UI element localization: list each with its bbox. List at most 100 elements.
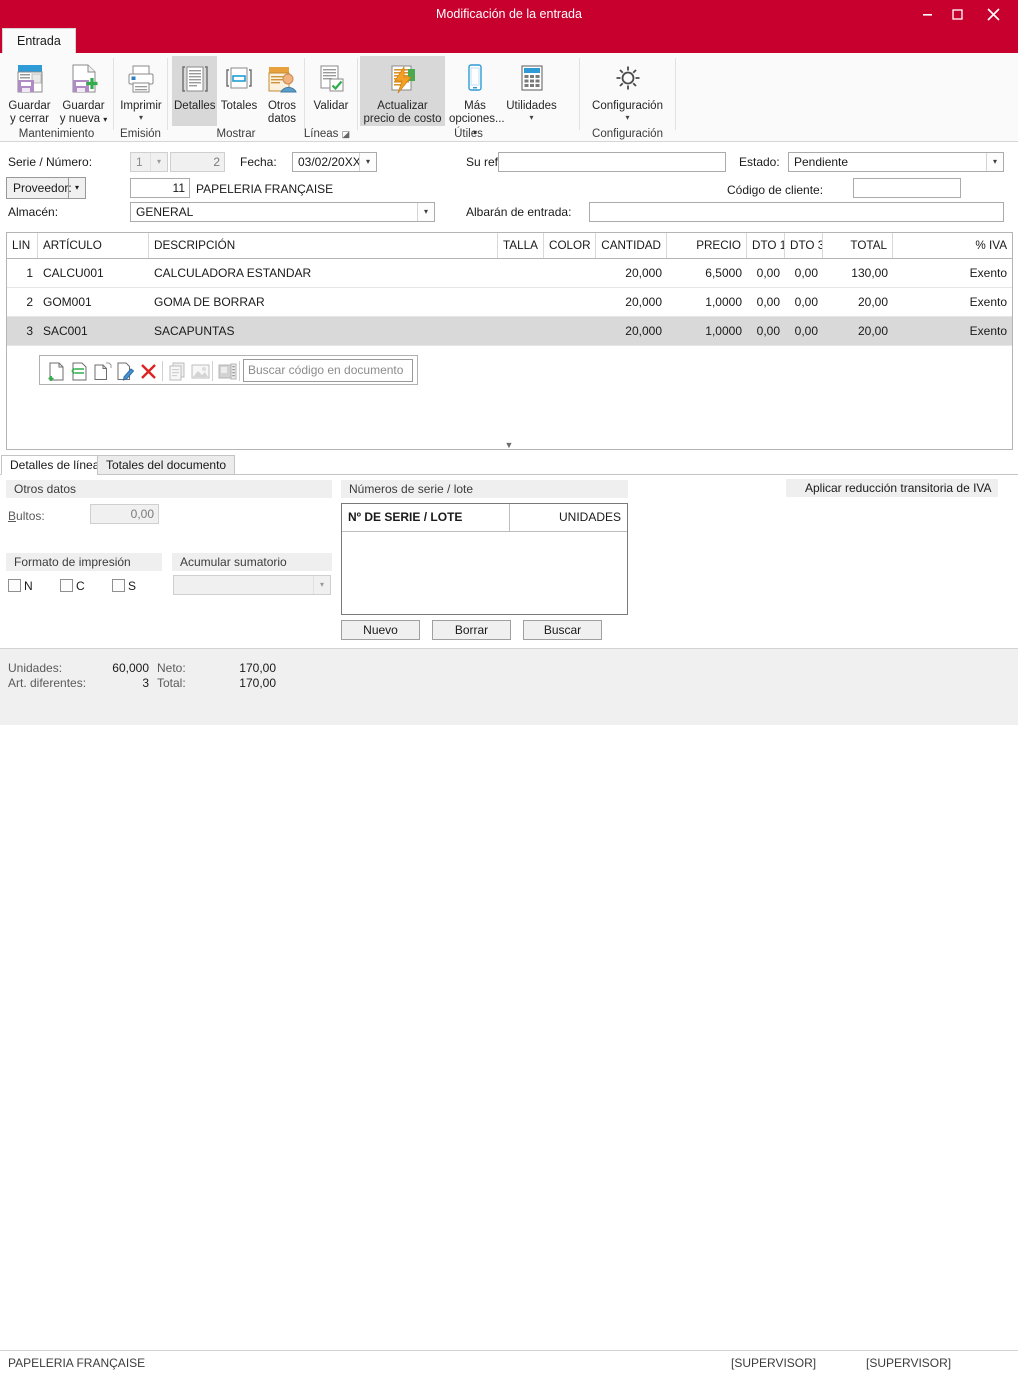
column-header-unidades[interactable]: UNIDADES bbox=[511, 504, 627, 531]
footer-company: PAPELERIA FRANÇAISE bbox=[8, 1356, 146, 1370]
column-header-serie-lote[interactable]: Nº DE SERIE / LOTE bbox=[342, 504, 510, 531]
chevron-down-icon[interactable]: ▾ bbox=[68, 178, 85, 198]
column-header-dto3[interactable]: DTO 3 bbox=[785, 233, 823, 258]
window-title: Modificación de la entrada bbox=[436, 7, 582, 21]
ribbon-button-guardar-y-nueva[interactable]: Guardar y nueva ▾ bbox=[56, 56, 111, 126]
numero-input[interactable]: 2 bbox=[170, 152, 225, 172]
lines-grid-header: LIN ARTÍCULO DESCRIPCIÓN TALLA COLOR CAN… bbox=[7, 233, 1012, 259]
chevron-down-icon[interactable]: ▾ bbox=[116, 113, 166, 122]
insert-line-icon[interactable] bbox=[68, 360, 90, 382]
column-header-precio[interactable]: PRECIO bbox=[667, 233, 747, 258]
chevron-down-icon[interactable]: ▾ bbox=[417, 203, 434, 221]
chevron-down-icon[interactable]: ▾ bbox=[150, 153, 167, 171]
minimize-button[interactable] bbox=[912, 0, 942, 28]
codigo-cliente-label: Código de cliente: bbox=[727, 183, 824, 197]
column-header-talla[interactable]: TALLA bbox=[498, 233, 544, 258]
fecha-value: 03/02/20XX bbox=[298, 155, 361, 169]
ribbon-button-label: Utilidades bbox=[506, 100, 557, 112]
cell-lin: 1 bbox=[26, 266, 33, 280]
dialog-launcher-icon[interactable]: ◪ bbox=[342, 129, 351, 139]
line-image-icon[interactable] bbox=[189, 360, 211, 382]
buscar-button[interactable]: Buscar bbox=[523, 620, 602, 640]
chevron-down-icon[interactable]: ▾ bbox=[582, 113, 673, 122]
table-row[interactable]: 3 SAC001 SACAPUNTAS 20,000 1,0000 0,00 0… bbox=[7, 317, 1012, 346]
ribbon-button-label: Guardar bbox=[8, 100, 51, 112]
column-header-dto1[interactable]: DTO 1 bbox=[747, 233, 785, 258]
column-header-descripcion[interactable]: DESCRIPCIÓN bbox=[149, 233, 498, 258]
tab-detalles-de-linea[interactable]: Detalles de línea bbox=[1, 455, 109, 475]
almacen-dropdown[interactable]: GENERAL ▾ bbox=[130, 202, 435, 222]
tab-entrada[interactable]: Entrada bbox=[2, 28, 76, 53]
fecha-datepicker[interactable]: 03/02/20XX ▾ bbox=[292, 152, 377, 172]
ribbon-button-label: Otros bbox=[267, 100, 297, 112]
line-notes-icon[interactable] bbox=[166, 360, 188, 382]
serie-lote-grid[interactable]: Nº DE SERIE / LOTE UNIDADES bbox=[341, 503, 628, 615]
ribbon-button-detalles[interactable]: Detalles bbox=[172, 56, 217, 126]
proveedor-code-input[interactable]: 11 bbox=[130, 178, 190, 198]
column-header-lin[interactable]: LIN bbox=[7, 233, 38, 258]
line-detail-icon[interactable] bbox=[216, 360, 238, 382]
acumular-sumatorio-dropdown[interactable]: ▾ bbox=[173, 575, 331, 595]
ribbon-button-configuracion[interactable]: Configuración ▾ bbox=[582, 56, 673, 122]
column-header-cantidad[interactable]: CANTIDAD bbox=[596, 233, 667, 258]
table-row[interactable]: 2 GOM001 GOMA DE BORRAR 20,000 1,0000 0,… bbox=[7, 288, 1012, 317]
art-diferentes-value: 3 bbox=[142, 676, 149, 690]
su-ref-input[interactable] bbox=[498, 152, 726, 172]
bultos-input[interactable]: 0,00 bbox=[90, 504, 159, 524]
unidades-label: Unidades: bbox=[8, 661, 63, 675]
ribbon-button-imprimir[interactable]: Imprimir ▾ bbox=[116, 56, 166, 122]
cell-lin: 2 bbox=[26, 295, 33, 309]
chevron-down-icon[interactable]: ▼ bbox=[0, 440, 1018, 450]
ribbon-button-actualizar-precio-de-costo[interactable]: Actualizar precio de costo bbox=[360, 56, 445, 126]
mobile-icon bbox=[447, 62, 503, 100]
albaran-input[interactable] bbox=[589, 202, 1004, 222]
ribbon-tabstrip: Entrada bbox=[0, 28, 1018, 53]
search-input[interactable]: Buscar código en documento bbox=[243, 359, 413, 382]
ribbon-button-label: Imprimir bbox=[120, 100, 162, 112]
ribbon-group-mostrar: Detalles Totales Otros datos Mostrar bbox=[168, 53, 304, 142]
nuevo-button[interactable]: Nuevo bbox=[341, 620, 420, 640]
tab-totales-del-documento[interactable]: Totales del documento bbox=[97, 455, 236, 475]
duplicate-line-icon[interactable] bbox=[91, 360, 113, 382]
cell-dto3: 0,00 bbox=[794, 324, 818, 338]
ribbon-button-guardar-y-cerrar[interactable]: Guardar y cerrar bbox=[3, 56, 56, 126]
gear-icon bbox=[582, 62, 673, 100]
estado-dropdown[interactable]: Pendiente ▾ bbox=[788, 152, 1004, 172]
column-header-color[interactable]: COLOR bbox=[544, 233, 596, 258]
footer-terminal: [SUPERVISOR] bbox=[866, 1356, 952, 1370]
cell-descripcion: GOMA DE BORRAR bbox=[154, 295, 265, 309]
ribbon-button-label2: precio de costo bbox=[363, 113, 442, 125]
ribbon-button-label: Validar bbox=[313, 100, 349, 112]
maximize-button[interactable] bbox=[942, 0, 972, 28]
checkbox-formato-c[interactable] bbox=[60, 579, 73, 592]
ribbon-group-emision: Imprimir ▾ Emisión bbox=[114, 53, 167, 142]
delete-line-icon[interactable] bbox=[137, 360, 159, 382]
table-row[interactable]: 1 CALCU001 CALCULADORA ESTANDAR 20,000 6… bbox=[7, 259, 1012, 288]
column-header-total[interactable]: TOTAL bbox=[823, 233, 893, 258]
total-value: 170,00 bbox=[239, 676, 276, 690]
ribbon-group-lineas: Validar Líneas ◪ bbox=[304, 53, 357, 142]
checkbox-formato-n[interactable] bbox=[8, 579, 21, 592]
ribbon-button-totales[interactable]: Totales bbox=[218, 56, 260, 113]
new-line-icon[interactable] bbox=[45, 360, 67, 382]
chevron-down-icon[interactable]: ▾ bbox=[359, 153, 376, 171]
ribbon-button-mas-opciones[interactable]: Más opciones... ▾ bbox=[447, 56, 505, 139]
edit-line-icon[interactable] bbox=[114, 360, 136, 382]
column-header-articulo[interactable]: ARTÍCULO bbox=[38, 233, 149, 258]
borrar-button[interactable]: Borrar bbox=[432, 620, 511, 640]
chevron-down-icon[interactable]: ▾ bbox=[986, 153, 1003, 171]
ribbon-button-label: Configuración bbox=[592, 100, 663, 112]
ribbon-button-validar[interactable]: Validar bbox=[307, 56, 355, 113]
checkbox-formato-s[interactable] bbox=[112, 579, 125, 592]
close-button[interactable] bbox=[978, 0, 1008, 28]
ribbon-button-utilidades[interactable]: Utilidades ▾ bbox=[504, 56, 559, 122]
serie-dropdown[interactable]: 1 ▾ bbox=[130, 152, 168, 172]
chevron-down-icon[interactable]: ▾ bbox=[504, 113, 559, 122]
proveedor-button[interactable]: Proveedor: ▾ bbox=[6, 177, 86, 199]
lines-grid[interactable]: LIN ARTÍCULO DESCRIPCIÓN TALLA COLOR CAN… bbox=[6, 232, 1013, 450]
serie-lote-grid-header: Nº DE SERIE / LOTE UNIDADES bbox=[342, 504, 627, 532]
codigo-cliente-input[interactable] bbox=[853, 178, 961, 198]
column-header-iva[interactable]: % IVA bbox=[893, 233, 1012, 258]
ribbon-button-otros-datos[interactable]: Otros datos bbox=[261, 56, 303, 126]
chevron-down-icon[interactable]: ▾ bbox=[313, 576, 330, 594]
